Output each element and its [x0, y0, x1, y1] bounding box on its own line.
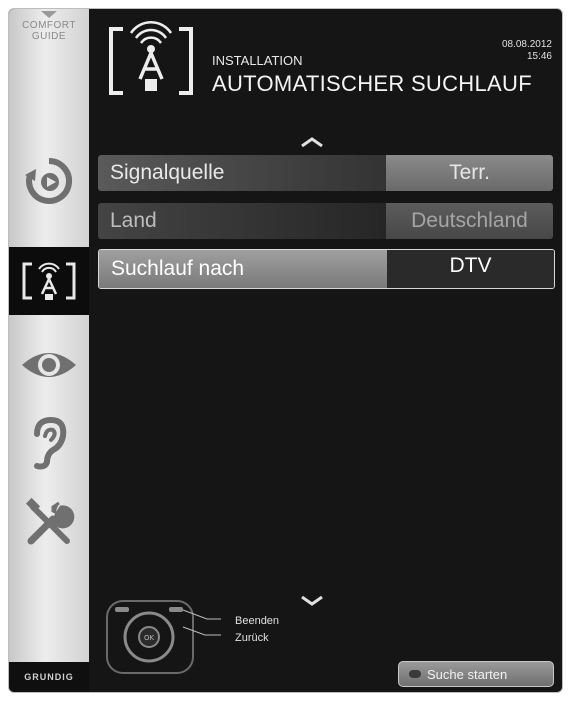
menu-row-value: Deutschland	[386, 203, 553, 239]
hint-exit: Beenden	[235, 615, 280, 627]
section-label: INSTALLATION	[212, 53, 303, 68]
arrow-down-icon	[41, 11, 57, 18]
menu-row-value: DTV	[387, 250, 554, 288]
comfort-guide-label-2: GUIDE	[31, 31, 67, 42]
menu-row-label: Suchlauf nach	[99, 250, 387, 288]
installation-antenna-icon	[22, 262, 76, 300]
red-button-icon	[409, 670, 421, 678]
tools-icon	[25, 497, 75, 545]
date-display: 08.08.2012	[501, 39, 552, 50]
ear-icon	[34, 416, 67, 470]
menu-row-search-for[interactable]: Suchlauf nach DTV	[98, 249, 555, 289]
menu-row-country[interactable]: Land Deutschland	[98, 203, 553, 239]
menu-row-label: Land	[98, 203, 386, 239]
chevron-up-icon[interactable]	[301, 137, 323, 147]
sidebar-item-picture[interactable]	[9, 331, 89, 399]
comfort-guide-label-1: COMFORT	[22, 20, 76, 31]
sidebar-item-sound[interactable]	[9, 409, 89, 477]
brand-logo: GRUNDIG	[9, 662, 89, 692]
sidebar-item-source[interactable]	[9, 147, 89, 215]
remote-control-icon: OK	[106, 600, 221, 674]
menu-row-value: Terr.	[386, 155, 553, 191]
sidebar: COMFORT GUIDE GRUNDIG	[9, 9, 89, 692]
time-display: 15:46	[526, 51, 552, 62]
eye-icon	[22, 353, 76, 377]
chevron-down-icon[interactable]	[301, 596, 323, 606]
menu-row-label: Signalquelle	[98, 155, 386, 191]
hint-back: Zurück	[235, 632, 269, 644]
sidebar-item-installation[interactable]	[9, 247, 89, 315]
start-search-button[interactable]: Suche starten	[398, 661, 554, 687]
installation-header-icon	[109, 21, 193, 95]
page-title: AUTOMATISCHER SUCHLAUF	[212, 71, 532, 96]
source-icon	[25, 157, 73, 204]
start-search-label: Suche starten	[427, 666, 508, 682]
tv-menu-screen: COMFORT GUIDE GRUNDIG INSTALLATION AUTOM…	[8, 8, 563, 693]
comfort-guide-button[interactable]: COMFORT GUIDE	[9, 9, 89, 69]
sidebar-item-settings[interactable]	[9, 489, 89, 557]
menu-row-signal-source[interactable]: Signalquelle Terr.	[98, 155, 553, 191]
ok-label: OK	[144, 634, 155, 642]
